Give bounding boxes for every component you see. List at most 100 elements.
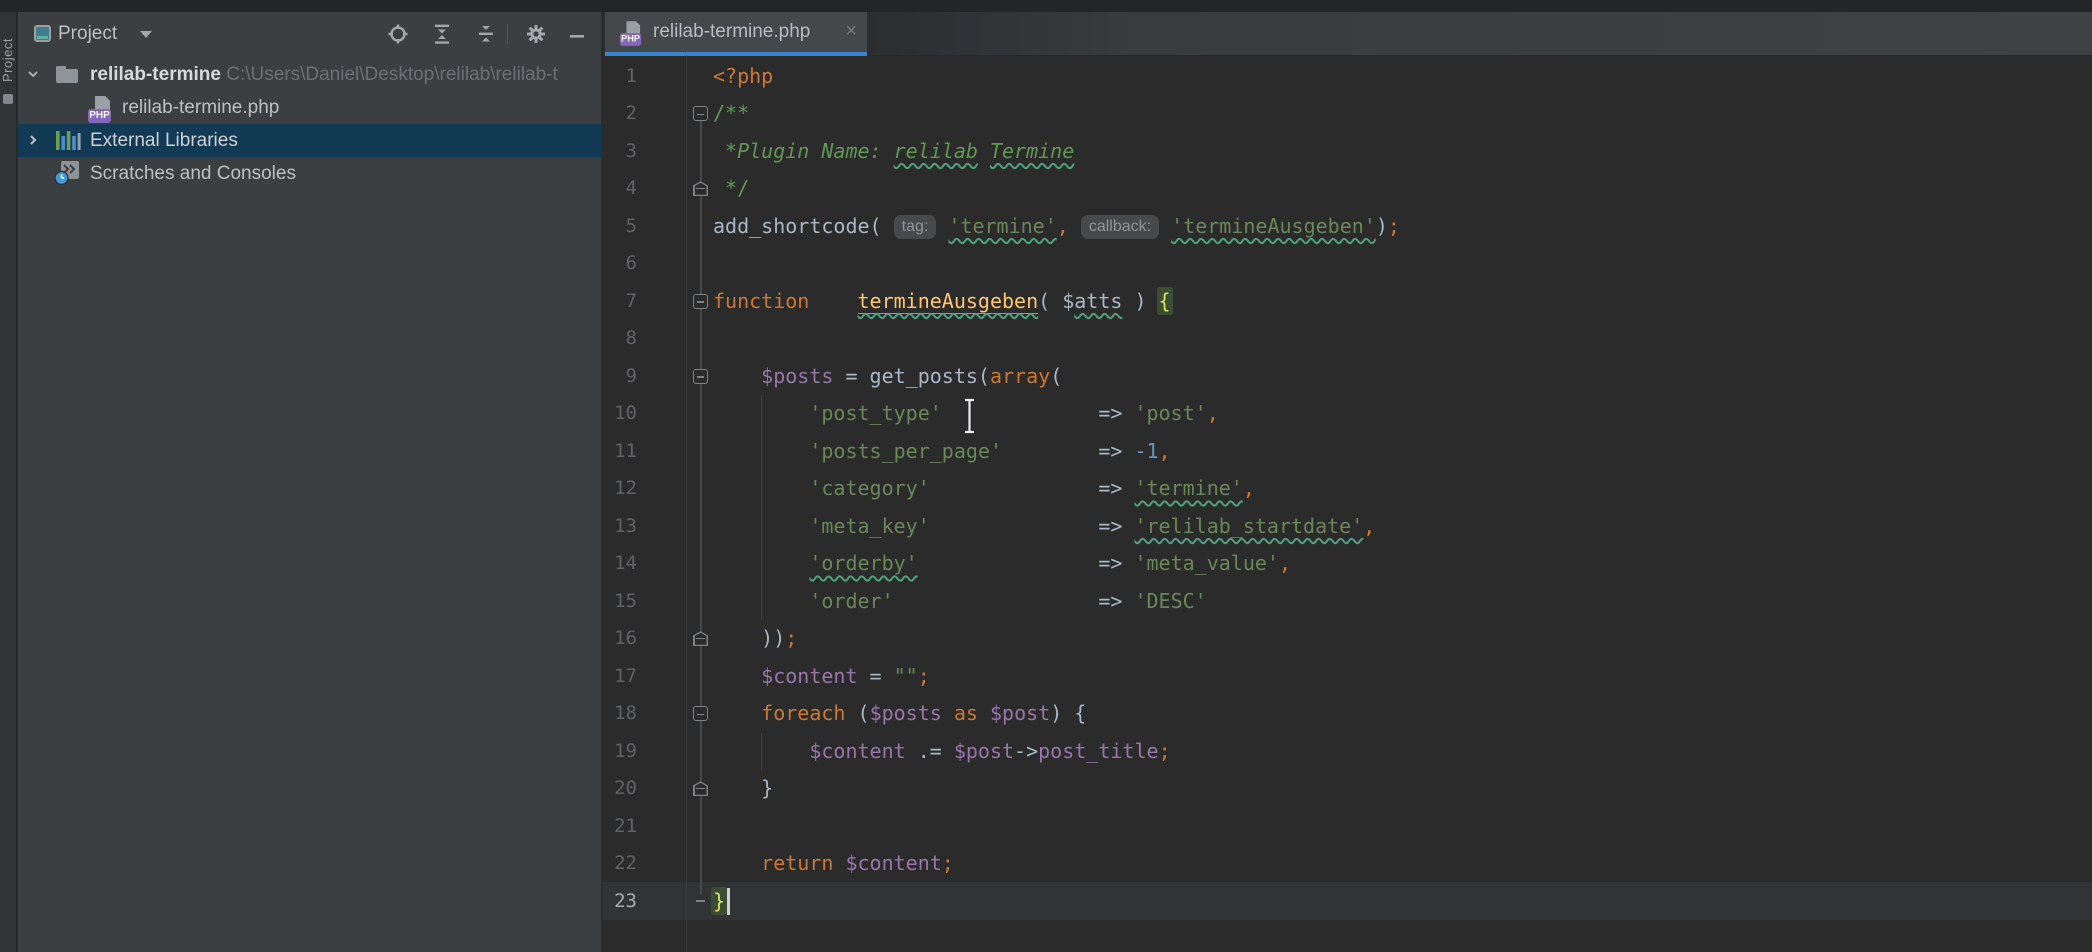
code-token: (	[845, 701, 869, 725]
code-token: }	[713, 889, 725, 913]
code-token: =>	[894, 589, 1135, 613]
code-line[interactable]: ));	[713, 620, 797, 658]
code-token: ( $	[1038, 289, 1074, 313]
code-token: =>	[1002, 439, 1134, 463]
code-token: 'post_type'	[809, 401, 941, 425]
code-line[interactable]: return $content;	[713, 845, 954, 883]
code-line[interactable]: 'orderby' => 'meta_value',	[713, 545, 1291, 583]
folder-icon	[56, 66, 78, 83]
code-token: 'meta_key'	[809, 514, 929, 538]
code-token: ,	[1279, 551, 1291, 575]
code-token: $content	[809, 739, 905, 763]
code-token: ;	[1159, 739, 1171, 763]
scratches-consoles-icon	[54, 161, 81, 186]
chevron-down-icon[interactable]	[26, 67, 40, 81]
code-token	[713, 701, 761, 725]
settings-gear-icon[interactable]	[525, 23, 547, 45]
code-token: ,	[1363, 514, 1375, 538]
project-panel: Project	[18, 12, 601, 952]
code-token: 'category'	[809, 476, 929, 500]
code-token: {	[1159, 289, 1171, 313]
code-token: 'termine'	[1134, 476, 1242, 500]
tree-item-external-libraries[interactable]: External Libraries	[18, 124, 601, 157]
code-line[interactable]: *Plugin Name: relilab Termine	[713, 133, 1074, 171]
code-token: (	[1050, 364, 1062, 388]
code-token: foreach	[761, 701, 845, 725]
chevron-right-icon[interactable]	[26, 133, 40, 147]
code-token: -1	[1134, 439, 1158, 463]
collapse-all-icon[interactable]	[475, 23, 497, 45]
code-line[interactable]: 'posts_per_page' => -1,	[713, 433, 1171, 471]
code-token: =>	[930, 514, 1135, 538]
code-line[interactable]: 'meta_key' => 'relilab_startdate',	[713, 508, 1375, 546]
code-token	[713, 364, 761, 388]
tree-item-scratches[interactable]: Scratches and Consoles	[18, 157, 601, 190]
code-token: $post	[954, 739, 1014, 763]
code-line[interactable]: 'category' => 'termine',	[713, 470, 1255, 508]
code-token: 'meta_value'	[1134, 551, 1279, 575]
code-view[interactable]: <?php/** *Plugin Name: relilab Termine *…	[603, 12, 2092, 952]
code-line[interactable]: */	[713, 170, 749, 208]
parameter-hint: tag:	[894, 215, 937, 239]
code-token: $posts	[870, 701, 942, 725]
code-token: ;	[918, 664, 930, 688]
code-token	[1069, 214, 1081, 238]
code-line[interactable]: function termineAusgeben( $atts ) {	[713, 283, 1171, 321]
external-libraries-icon	[56, 130, 82, 151]
code-token: )	[1122, 289, 1158, 313]
editor-area[interactable]: PHP relilab-termine.php × 12345678910111…	[603, 12, 2092, 952]
window-top-band	[0, 0, 2092, 12]
code-token	[978, 139, 990, 163]
code-token: ->	[1014, 739, 1038, 763]
code-token	[936, 214, 948, 238]
code-token	[1159, 214, 1171, 238]
code-line[interactable]: $content = "";	[713, 658, 930, 696]
code-token: 'DESC'	[1134, 589, 1206, 613]
code-token: ,	[1243, 476, 1255, 500]
code-token: ) {	[1050, 701, 1086, 725]
code-line[interactable]: /**	[713, 95, 749, 133]
project-view-icon	[34, 25, 51, 42]
code-token: post_title	[1038, 739, 1158, 763]
hide-panel-icon[interactable]	[566, 26, 588, 48]
code-token	[713, 439, 809, 463]
code-line[interactable]: $posts = get_posts(array(	[713, 358, 1062, 396]
code-line[interactable]: }	[713, 883, 725, 921]
code-token: .=	[906, 739, 954, 763]
code-token: ;	[1388, 214, 1400, 238]
code-token: $content	[845, 851, 941, 875]
code-token: =	[858, 664, 894, 688]
code-line[interactable]: }	[713, 770, 773, 808]
code-line[interactable]: <?php	[713, 58, 773, 96]
code-token: relilab	[894, 139, 978, 163]
tree-item-php-file[interactable]: PHP relilab-termine.php	[18, 91, 601, 124]
code-token: 'orderby'	[809, 551, 917, 575]
code-line[interactable]: add_shortcode( tag: 'termine', callback:…	[713, 208, 1400, 246]
locate-icon[interactable]	[387, 23, 409, 45]
code-token: return	[761, 851, 833, 875]
tree-item-project-root[interactable]: relilab-termine C:\Users\Daniel\Desktop\…	[18, 58, 601, 91]
code-token	[942, 701, 954, 725]
project-root-name: relilab-termine	[90, 64, 221, 85]
code-token	[713, 739, 809, 763]
code-token: ""	[894, 664, 918, 688]
code-token: */	[713, 176, 749, 200]
code-line[interactable]: 'order' => 'DESC'	[713, 583, 1207, 621]
code-token: 'order'	[809, 589, 893, 613]
stripe-project-label[interactable]: Project	[0, 20, 16, 100]
expand-all-icon[interactable]	[431, 23, 453, 45]
code-token	[713, 851, 761, 875]
code-token: 'termineAusgeben'	[1171, 214, 1376, 238]
tree-item-label: External Libraries	[90, 124, 238, 157]
tool-window-stripe[interactable]: Project	[0, 12, 18, 952]
chevron-down-icon[interactable]	[140, 31, 152, 38]
tree-item-label: Scratches and Consoles	[90, 157, 296, 190]
code-line[interactable]: $content .= $post->post_title;	[713, 733, 1171, 771]
code-token: ;	[942, 851, 954, 875]
tool-window-square-icon[interactable]	[3, 94, 13, 104]
code-token: termineAusgeben	[858, 289, 1039, 314]
code-line[interactable]: foreach ($posts as $post) {	[713, 695, 1086, 733]
code-token	[713, 664, 761, 688]
project-panel-title[interactable]: Project	[58, 12, 117, 56]
code-token: $content	[761, 664, 857, 688]
